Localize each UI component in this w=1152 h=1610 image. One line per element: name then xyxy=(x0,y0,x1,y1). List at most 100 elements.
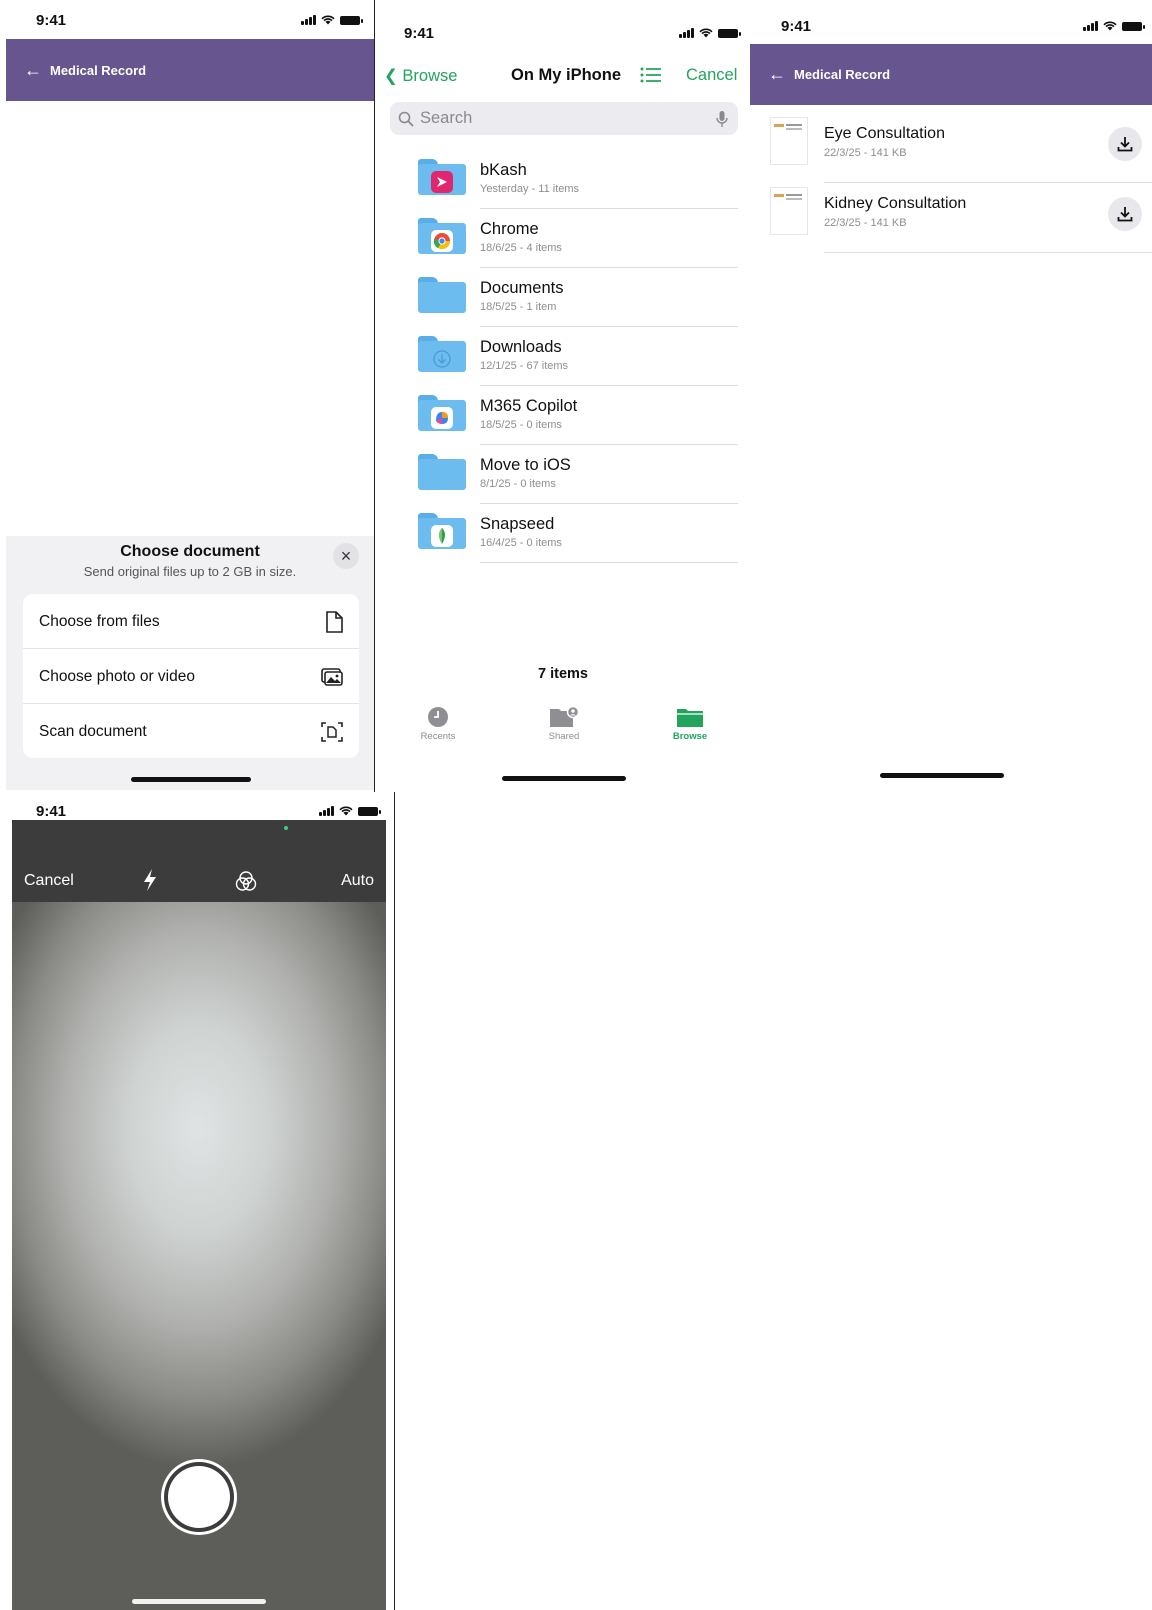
tab-shared[interactable]: Shared xyxy=(534,706,594,742)
record-row[interactable]: Eye Consultation 22/3/25 - 141 KB xyxy=(750,113,1152,183)
back-arrow-icon[interactable]: ← xyxy=(24,60,42,81)
choose-document-sheet: Choose document Send original files up t… xyxy=(6,536,374,790)
wifi-icon xyxy=(321,15,335,25)
signal-icon xyxy=(319,806,334,816)
record-name: Eye Consultation xyxy=(824,125,945,142)
tab-recents[interactable]: Recents xyxy=(408,706,468,742)
cancel-button[interactable]: Cancel xyxy=(24,872,74,890)
home-indicator xyxy=(502,776,626,781)
document-thumbnail xyxy=(770,117,808,165)
download-icon xyxy=(1117,207,1133,222)
option-label: Choose from files xyxy=(39,613,160,630)
status-time: 9:41 xyxy=(36,803,67,820)
scan-document-option[interactable]: Scan document xyxy=(23,703,359,759)
folder-meta: 18/5/25 - 1 item xyxy=(480,301,557,313)
microphone-icon[interactable] xyxy=(716,110,728,128)
record-row[interactable]: Kidney Consultation 22/3/25 - 141 KB xyxy=(750,183,1152,253)
folder-row-snapseed[interactable]: Snapseed 16/4/25 - 0 items xyxy=(376,503,750,563)
camera-toolbar: Cancel Auto xyxy=(12,820,386,902)
folder-icon xyxy=(418,159,466,195)
folder-meta: 18/6/25 - 4 items xyxy=(480,242,562,254)
folder-row-bkash[interactable]: bKash Yesterday - 11 items xyxy=(376,149,750,209)
chevron-left-icon: ❮ xyxy=(384,67,398,85)
folder-name: Documents xyxy=(480,279,564,297)
back-label: Browse xyxy=(402,67,458,85)
status-icons xyxy=(319,806,381,816)
items-count: 7 items xyxy=(538,666,588,682)
folder-row-documents[interactable]: Documents 18/5/25 - 1 item xyxy=(376,267,750,327)
folder-meta: 18/5/25 - 0 items xyxy=(480,419,562,431)
camera-viewfinder xyxy=(12,902,386,1610)
scan-icon xyxy=(321,721,343,742)
status-time: 9:41 xyxy=(781,18,812,35)
header-bar: ← Medical Record xyxy=(6,39,374,101)
folder-row-downloads[interactable]: Downloads 12/1/25 - 67 items xyxy=(376,326,750,386)
wifi-icon xyxy=(1103,21,1117,31)
cancel-button[interactable]: Cancel xyxy=(686,66,737,85)
signal-icon xyxy=(679,28,694,38)
folder-icon xyxy=(418,336,466,372)
folder-meta: Yesterday - 11 items xyxy=(480,183,580,195)
status-bar: 9:41 xyxy=(12,792,386,820)
nav-title: On My iPhone xyxy=(511,66,622,84)
auto-mode-button[interactable]: Auto xyxy=(341,872,374,890)
folder-row-chrome[interactable]: Chrome 18/6/25 - 4 items xyxy=(376,208,750,268)
status-time: 9:41 xyxy=(404,25,435,42)
folder-name: M365 Copilot xyxy=(480,397,578,415)
battery-icon xyxy=(1122,22,1145,31)
choose-photo-video-option[interactable]: Choose photo or video xyxy=(23,648,359,704)
browse-back-button[interactable]: ❮ Browse xyxy=(384,66,457,86)
folder-meta: 16/4/25 - 0 items xyxy=(480,537,562,549)
row-separator xyxy=(480,562,738,563)
clock-icon xyxy=(428,707,448,727)
wifi-icon xyxy=(699,28,713,38)
folder-row-move-to-ios[interactable]: Move to iOS 8/1/25 - 0 items xyxy=(376,444,750,504)
document-thumbnail xyxy=(770,187,808,235)
status-icons xyxy=(679,28,741,38)
tab-browse[interactable]: Browse xyxy=(660,706,720,742)
download-button[interactable] xyxy=(1108,197,1142,231)
header-title: Medical Record xyxy=(50,62,147,78)
close-icon[interactable]: × xyxy=(333,543,359,569)
wifi-icon xyxy=(339,806,353,816)
filters-icon[interactable] xyxy=(234,870,258,892)
status-icons xyxy=(301,15,363,25)
status-bar: 9:41 xyxy=(376,12,750,52)
sheet-subtitle: Send original files up to 2 GB in size. xyxy=(83,564,297,579)
folder-row-m365-copilot[interactable]: M365 Copilot 18/5/25 - 0 items xyxy=(376,385,750,445)
record-name: Kidney Consultation xyxy=(824,195,967,212)
home-indicator xyxy=(132,1599,266,1604)
photo-icon xyxy=(321,667,343,686)
download-icon xyxy=(1117,137,1133,152)
camera-indicator-dot xyxy=(284,826,288,830)
sheet-title: Choose document xyxy=(120,543,260,560)
flash-icon[interactable] xyxy=(142,868,158,892)
divider xyxy=(394,792,395,1610)
content-area xyxy=(6,101,374,536)
choose-from-files-option[interactable]: Choose from files xyxy=(23,594,359,650)
header-title: Medical Record xyxy=(794,67,891,82)
folder-icon xyxy=(418,454,466,490)
download-button[interactable] xyxy=(1108,127,1142,161)
folder-icon xyxy=(418,218,466,254)
search-placeholder: Search xyxy=(420,109,473,127)
back-arrow-icon[interactable]: ← xyxy=(768,64,786,85)
folder-name: Downloads xyxy=(480,338,562,356)
shared-folder-icon xyxy=(550,706,579,727)
folder-meta: 12/1/25 - 67 items xyxy=(480,360,569,372)
file-icon xyxy=(326,611,343,633)
shutter-button[interactable] xyxy=(168,1466,230,1528)
copilot-icon xyxy=(431,407,453,429)
folder-name: Move to iOS xyxy=(480,456,571,474)
search-input[interactable]: Search xyxy=(390,102,738,135)
home-indicator xyxy=(880,773,1004,778)
row-separator xyxy=(824,252,1152,253)
chrome-icon xyxy=(431,230,453,252)
tab-label: Browse xyxy=(672,731,708,742)
status-time: 9:41 xyxy=(36,12,67,29)
status-bar: 9:41 xyxy=(750,0,1152,40)
header-bar: ← Medical Record xyxy=(750,44,1152,105)
record-meta: 22/3/25 - 141 KB xyxy=(824,147,907,159)
record-meta: 22/3/25 - 141 KB xyxy=(824,217,907,229)
list-view-icon[interactable] xyxy=(640,67,662,83)
